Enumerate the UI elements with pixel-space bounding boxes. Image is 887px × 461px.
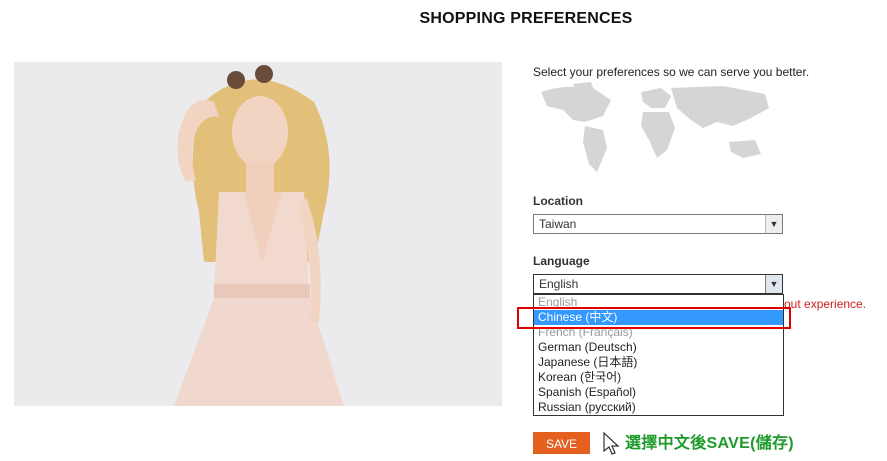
page-title: SHOPPING PREFERENCES [419, 10, 633, 27]
language-label: Language [533, 254, 590, 268]
language-select[interactable]: English ▼ [533, 274, 783, 294]
mouse-cursor-icon [603, 431, 621, 461]
language-option-russian[interactable]: Russian (русский) [534, 400, 783, 415]
location-select[interactable]: Taiwan ▼ [533, 214, 783, 234]
location-label: Location [533, 194, 583, 208]
language-value: English [539, 277, 579, 291]
hint-text: out experience. [784, 297, 867, 311]
model-photo [14, 62, 502, 406]
language-option-japanese[interactable]: Japanese (日本語) [534, 355, 783, 370]
world-map-icon [533, 82, 783, 182]
instruction-annotation: 選擇中文後SAVE(儲存) [625, 435, 794, 452]
intro-text: Select your preferences so we can serve … [533, 65, 810, 79]
chevron-down-icon[interactable]: ▼ [765, 215, 782, 233]
save-button[interactable]: SAVE [533, 432, 590, 454]
chevron-down-icon[interactable]: ▼ [765, 275, 782, 293]
location-value: Taiwan [539, 217, 577, 231]
language-option-korean[interactable]: Korean (한국어) [534, 370, 783, 385]
language-option-german[interactable]: German (Deutsch) [534, 340, 783, 355]
language-option-english[interactable]: English [534, 295, 783, 310]
language-option-chinese[interactable]: Chinese (中文) [534, 310, 783, 325]
language-option-french[interactable]: French (Français) [534, 325, 783, 340]
language-option-spanish[interactable]: Spanish (Español) [534, 385, 783, 400]
language-options-list[interactable]: English Chinese (中文) French (Français) G… [533, 294, 784, 416]
